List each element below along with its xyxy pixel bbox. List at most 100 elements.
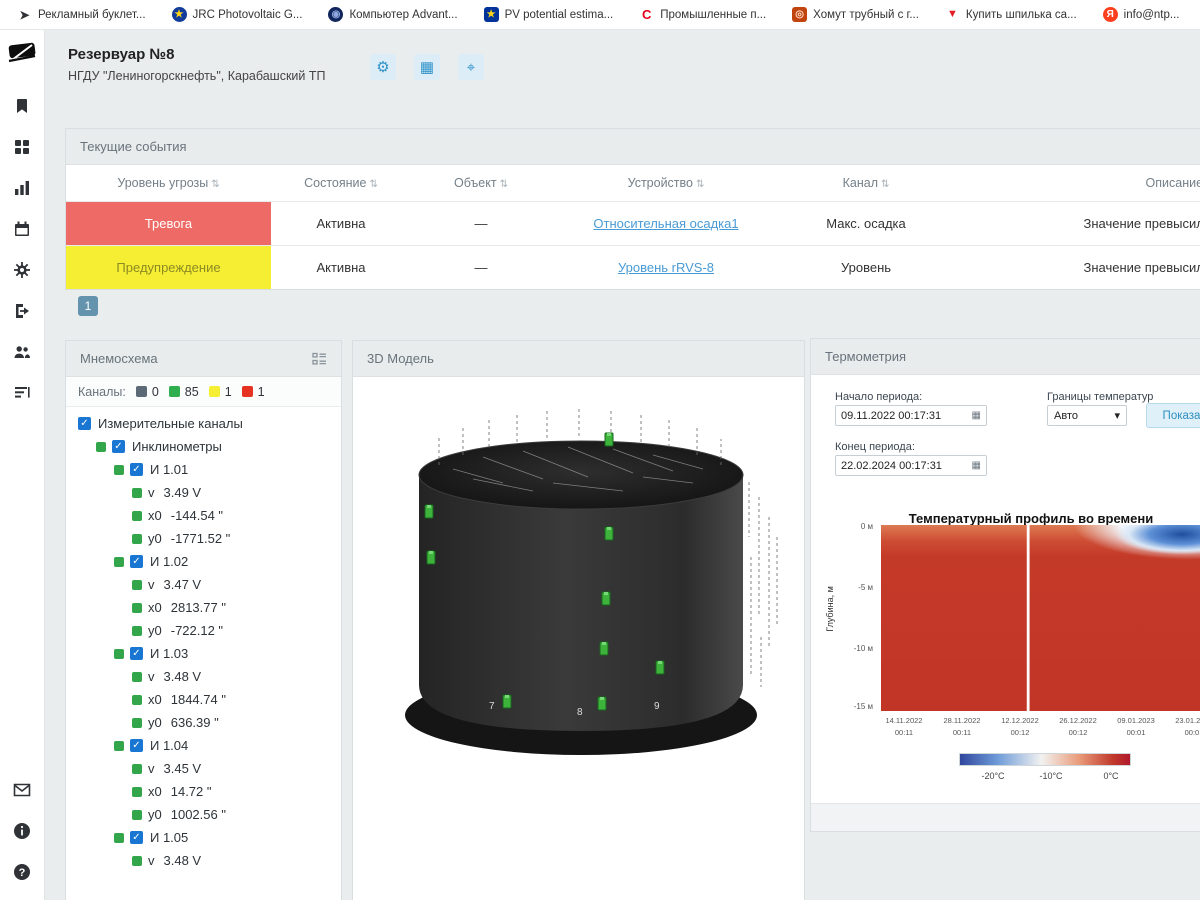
app-logo[interactable] (7, 40, 37, 69)
tree-leaf-value: 2813.77 " (171, 600, 226, 615)
event-description: Значение превысило пороговое (951, 201, 1200, 245)
mnemoschema-title: Мнемосхема (80, 351, 158, 366)
sidebar-item-users[interactable] (0, 331, 45, 372)
calendar-icon[interactable]: ▦ (972, 410, 981, 421)
y-tick-label: -10 м (847, 644, 873, 653)
sidebar-item-bookmarks[interactable] (0, 85, 45, 126)
tree-node-label: Измерительные каналы (98, 416, 243, 431)
app-sidebar: ? (0, 30, 45, 900)
checkbox-checked[interactable] (130, 831, 143, 844)
widgets-button[interactable]: ▦ (414, 54, 440, 80)
column-header-channel[interactable]: Канал⇅ (781, 165, 951, 201)
mnemoschema-panel: Мнемосхема Каналы: 0 85 1 1 Измерительны… (65, 340, 342, 900)
settings-button[interactable]: ⚙ (370, 54, 396, 80)
ranking-icon (13, 384, 31, 402)
table-row: Предупреждение Активна — Уровень rRVS-8 … (66, 245, 1200, 289)
tree-leaf-label: v (148, 577, 155, 592)
tree-node[interactable]: Измерительные каналы (66, 412, 341, 435)
column-header-object[interactable]: Объект⇅ (411, 165, 551, 201)
show-button[interactable]: Показать (1146, 403, 1200, 428)
sort-icon[interactable]: ⇅ (881, 179, 889, 190)
temp-bounds-label: Границы температур (1047, 391, 1153, 403)
location-button[interactable]: ⌖ (458, 54, 484, 80)
threat-level-badge: Предупреждение (66, 245, 271, 289)
column-label: Состояние (304, 176, 366, 190)
device-link[interactable]: Уровень rRVS-8 (618, 260, 714, 275)
sidebar-item-charts[interactable] (0, 167, 45, 208)
red-square-icon (242, 386, 253, 397)
model-3d-viewport[interactable]: 7 8 9 (353, 377, 804, 900)
count-label: 1 (258, 385, 265, 399)
tree-node[interactable]: И 1.03 (66, 642, 341, 665)
tree-node[interactable]: Инклинометры (66, 435, 341, 458)
tree-leaf-value: 1844.74 " (171, 692, 226, 707)
tree-leaf-label: v (148, 485, 155, 500)
device-link[interactable]: Относительная осадка1 (593, 216, 738, 231)
x-tick-label: 14.11.202200:11 (875, 715, 933, 739)
sort-icon[interactable]: ⇅ (211, 179, 219, 190)
sort-icon[interactable]: ⇅ (369, 179, 377, 190)
checkbox-checked[interactable] (130, 463, 143, 476)
info-icon (13, 822, 31, 840)
column-header-state[interactable]: Состояние⇅ (271, 165, 411, 201)
sort-icon[interactable]: ⇅ (500, 179, 508, 190)
tree-settings-icon[interactable] (312, 352, 327, 366)
main-content: Резервуар №8 НГДУ "Лениногорскнефть", Ка… (45, 30, 1200, 900)
tree-leaf: v3.48 V (66, 849, 341, 872)
temp-bounds-select[interactable]: Авто ▾ (1047, 405, 1127, 426)
sidebar-item-mail[interactable] (0, 769, 45, 810)
sidebar-item-settings[interactable] (0, 249, 45, 290)
sidebar-item-info[interactable] (0, 810, 45, 851)
sidebar-item-calendar[interactable] (0, 208, 45, 249)
checkbox-checked[interactable] (130, 555, 143, 568)
bookmark-item[interactable]: C Промышленные п... (626, 0, 779, 29)
sidebar-item-dashboard[interactable] (0, 126, 45, 167)
channel-status-icon (132, 603, 142, 613)
bookmark-item[interactable]: ▼ Купить шпилька са... (932, 0, 1090, 29)
tree-leaf-label: x0 (148, 600, 162, 615)
bookmark-item[interactable]: Я info@ntp... (1090, 0, 1193, 29)
calendar-icon[interactable]: ▦ (972, 460, 981, 471)
tree-node[interactable]: И 1.04 (66, 734, 341, 757)
events-table: Уровень угрозы⇅ Состояние⇅ Объект⇅ Устро… (66, 165, 1200, 289)
tree-leaf: y0-1771.52 " (66, 527, 341, 550)
channels-label: Каналы: (78, 385, 126, 399)
thermometry-footer (811, 803, 1200, 831)
header-buttons: ⚙ ▦ ⌖ (370, 54, 484, 80)
sidebar-item-help[interactable]: ? (0, 851, 45, 892)
count-label: 85 (185, 385, 199, 399)
checkbox-checked[interactable] (130, 647, 143, 660)
tree-node[interactable]: И 1.01 (66, 458, 341, 481)
page-1-button[interactable]: 1 (78, 296, 98, 316)
model-3d-header: 3D Модель (353, 341, 804, 377)
checkbox-checked[interactable] (130, 739, 143, 752)
bookmark-item[interactable]: ◎ Хомут трубный с г... (779, 0, 932, 29)
channel-status-icon (132, 764, 142, 774)
bookmark-item[interactable]: ★ PV potential estima... (471, 0, 627, 29)
bookmark-item[interactable]: ★ JRC Photovoltaic G... (159, 0, 316, 29)
bookmark-item[interactable]: ➤ Рекламный буклет... (4, 0, 159, 29)
channel-status-icon (132, 672, 142, 682)
x-tick-label: 26.12.202200:12 (1049, 715, 1107, 739)
channel-status-icon (114, 465, 124, 475)
tree-leaf-label: v (148, 761, 155, 776)
period-start-input[interactable]: 09.11.2022 00:17:31 ▦ (835, 405, 987, 426)
temperature-colorbar (959, 753, 1131, 766)
temperature-heatmap[interactable] (881, 525, 1200, 711)
bookmark-item[interactable]: ◉ Компьютер Advant... (315, 0, 470, 29)
column-header-device[interactable]: Устройство⇅ (551, 165, 781, 201)
period-end-input[interactable]: 22.02.2024 00:17:31 ▦ (835, 455, 987, 476)
checkbox-checked[interactable] (112, 440, 125, 453)
tree-node[interactable]: И 1.02 (66, 550, 341, 573)
sidebar-item-logout[interactable] (0, 290, 45, 331)
sort-icon[interactable]: ⇅ (696, 179, 704, 190)
event-object: — (411, 245, 551, 289)
checkbox-checked[interactable] (78, 417, 91, 430)
channel-status-icon (132, 580, 142, 590)
tree-node[interactable]: И 1.05 (66, 826, 341, 849)
tree-node-label: И 1.02 (150, 554, 188, 569)
column-header-description[interactable]: Описание⇅ (951, 165, 1200, 201)
column-header-threat-level[interactable]: Уровень угрозы⇅ (66, 165, 271, 201)
event-description: Значение превысило пороговое (951, 245, 1200, 289)
sidebar-item-ranking[interactable] (0, 372, 45, 413)
